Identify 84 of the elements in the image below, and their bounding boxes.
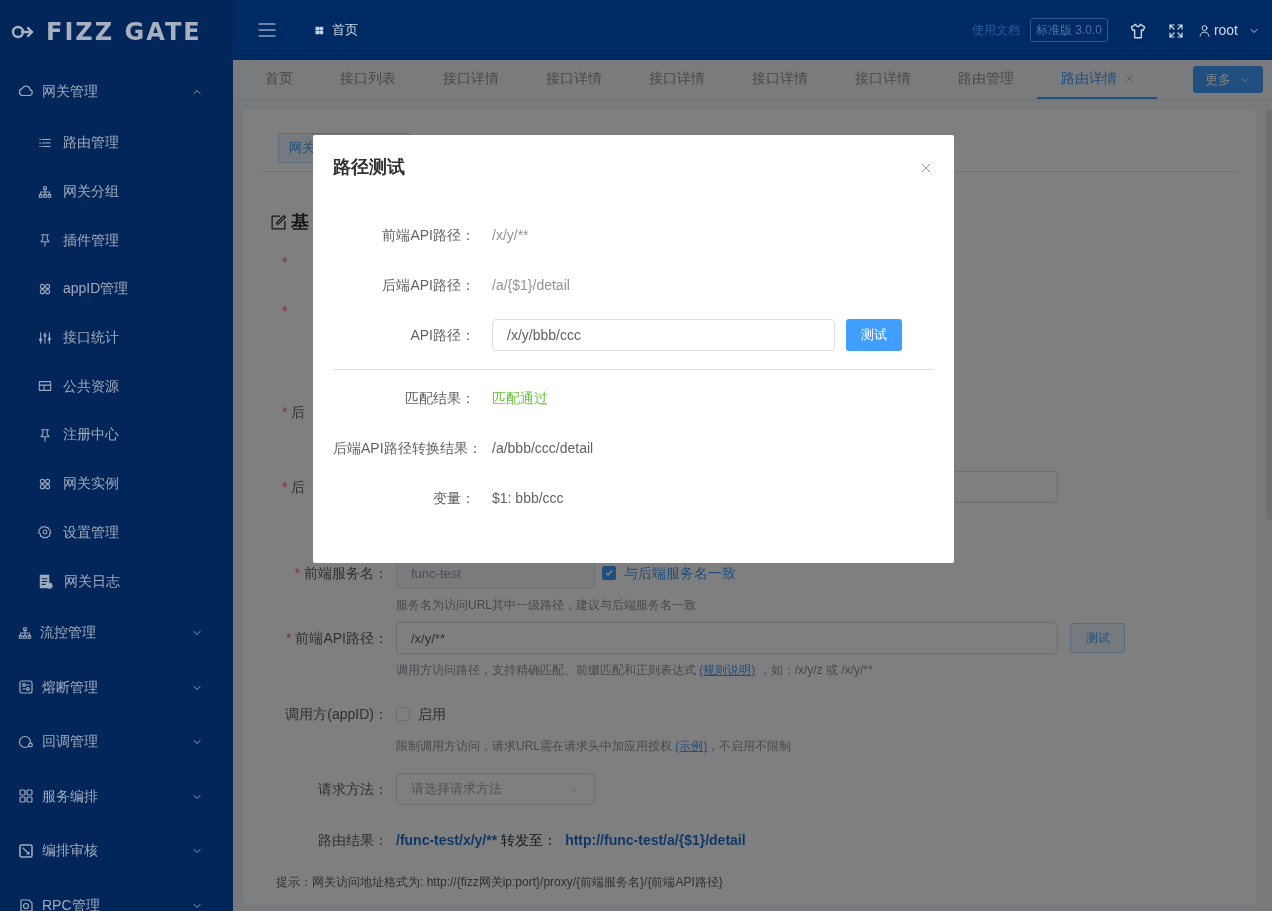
field-label: API路径： bbox=[409, 325, 475, 345]
field-label: 路由结果： bbox=[318, 831, 388, 848]
required-mark: * bbox=[294, 564, 300, 581]
required-mark: * bbox=[282, 253, 288, 270]
sidebar-group[interactable]: 网关管理 bbox=[0, 64, 233, 119]
required-mark: * bbox=[282, 403, 288, 420]
sidebar-item[interactable]: 公共资源 bbox=[0, 361, 233, 411]
field-label: 变量： bbox=[432, 488, 475, 508]
field-label: 调用方(appID)： bbox=[285, 705, 388, 722]
route-link[interactable]: /func-test/x/y/** bbox=[396, 829, 498, 851]
sidebar-item[interactable]: 接口统计 bbox=[0, 313, 233, 362]
table-icon bbox=[38, 379, 52, 394]
target-link[interactable]: http://func-test/a/{$1}/detail bbox=[565, 829, 746, 851]
version-badge: 标准版 3.0.0 bbox=[1029, 18, 1108, 42]
sidebar-item[interactable]: 设置管理 bbox=[0, 508, 233, 557]
fullscreen-icon bbox=[1167, 22, 1184, 39]
check-icon bbox=[604, 568, 614, 578]
field-label: 后端API路径转换结果： bbox=[333, 438, 475, 458]
sidebar-item[interactable]: 网关实例 bbox=[0, 459, 233, 508]
required-mark: * bbox=[282, 302, 288, 319]
field-label: 前端API路径： bbox=[295, 629, 388, 646]
input-field[interactable]: /x/y/** bbox=[396, 622, 1058, 654]
user-icon bbox=[1197, 23, 1211, 37]
sidebar-item[interactable]: appID管理 bbox=[0, 264, 233, 314]
edit-box-icon bbox=[18, 842, 34, 859]
grid-icon bbox=[315, 25, 324, 35]
field-value: /a/{$1}/detail bbox=[492, 275, 570, 295]
tip-text: 提示：网关访问地址格式为: http://{fizz网关ip:port}/proxy/{前端服务名}/{前端API路径} bbox=[275, 874, 724, 891]
section-heading: 基 bbox=[291, 210, 309, 234]
hierarchy-icon bbox=[18, 625, 32, 640]
required-mark: * bbox=[282, 478, 288, 495]
logo-text: FIZZ GATE bbox=[46, 17, 202, 48]
sidebar-item[interactable]: 插件管理 bbox=[0, 215, 233, 265]
pin-icon bbox=[38, 427, 52, 442]
field-label: 后端API路径： bbox=[381, 275, 475, 295]
pin-icon bbox=[38, 233, 52, 248]
edit-icon bbox=[270, 213, 287, 231]
close-icon bbox=[920, 162, 932, 175]
sidebar-group[interactable]: 流控管理 bbox=[0, 605, 233, 660]
checkbox-label[interactable]: 启用 bbox=[418, 703, 446, 725]
document-icon bbox=[38, 573, 53, 589]
breadcrumb[interactable]: 首页 bbox=[332, 20, 358, 40]
input-field[interactable]: /x/y/bbb/ccc bbox=[492, 319, 835, 351]
sidebar-group[interactable]: 编排审核 bbox=[0, 823, 233, 878]
test-button[interactable]: 测试 bbox=[1070, 623, 1125, 653]
sidebar-group[interactable]: RPC管理 bbox=[0, 877, 233, 911]
close-icon bbox=[1124, 74, 1134, 83]
help-link[interactable]: (示例) bbox=[675, 739, 708, 753]
help-link[interactable]: (规则说明) bbox=[699, 663, 756, 677]
sidebar-item[interactable]: 网关日志 bbox=[0, 556, 233, 606]
test-button[interactable]: 测试 bbox=[846, 319, 902, 351]
grid-icon bbox=[18, 788, 34, 805]
sidebar-item[interactable]: 路由管理 bbox=[0, 118, 233, 168]
user-name[interactable]: root bbox=[1213, 19, 1238, 41]
sliders-icon bbox=[38, 330, 52, 345]
sidebar-item[interactable]: 注册中心 bbox=[0, 410, 233, 460]
field-value: $1: bbb/ccc bbox=[492, 488, 564, 508]
four-circles-icon bbox=[38, 476, 52, 491]
field-value: /a/bbb/ccc/detail bbox=[492, 438, 594, 458]
field-value: /x/y/** bbox=[492, 225, 529, 245]
field-label: 请求方法： bbox=[318, 780, 388, 797]
field-label: 后 bbox=[291, 478, 306, 495]
forward-label: 转发至： bbox=[501, 830, 558, 850]
sidebar-group[interactable]: 回调管理 bbox=[0, 714, 233, 769]
match-status: 匹配通过 bbox=[492, 388, 548, 408]
tab[interactable]: 路由详情 bbox=[1037, 60, 1157, 99]
menu-icon bbox=[257, 20, 277, 40]
sidebar-group[interactable]: 服务编排 bbox=[0, 768, 233, 824]
sidebar-group[interactable]: 熔断管理 bbox=[0, 659, 233, 715]
four-circles-icon bbox=[38, 281, 52, 296]
field-label: 匹配结果： bbox=[404, 388, 475, 408]
sidebar-item[interactable]: 网关分组 bbox=[0, 167, 233, 216]
field-label: 后 bbox=[291, 403, 306, 420]
hierarchy-icon bbox=[38, 184, 52, 199]
field-label: 前端API路径： bbox=[381, 225, 475, 245]
dialog-title: 路径测试 bbox=[333, 156, 405, 179]
circle-icon bbox=[18, 733, 34, 750]
toggle-box-icon bbox=[18, 679, 34, 696]
docs-link[interactable]: 使用文档 bbox=[971, 21, 1020, 39]
shirt-icon bbox=[1128, 21, 1147, 40]
field-label: 前端服务名： bbox=[304, 564, 388, 581]
required-mark: * bbox=[285, 629, 292, 646]
more-button[interactable]: 更多 bbox=[1193, 66, 1263, 93]
gear-icon bbox=[38, 525, 52, 540]
